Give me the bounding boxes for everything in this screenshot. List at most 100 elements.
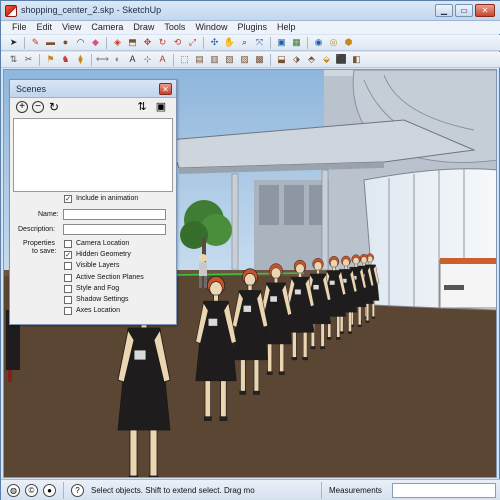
show-details-button[interactable]: ▣ xyxy=(155,101,167,113)
orbit-tool-button[interactable]: ✣ xyxy=(208,36,221,49)
property-checkbox[interactable] xyxy=(64,273,72,282)
geo-location-icon[interactable]: ◍ xyxy=(7,484,20,497)
menu-view[interactable]: View xyxy=(57,21,86,34)
description-input[interactable] xyxy=(63,224,166,235)
scenes-list[interactable] xyxy=(13,118,173,192)
shaded-textures-tool-button[interactable]: ⬛ xyxy=(335,53,348,66)
scale-tool-button[interactable]: ⤢ xyxy=(186,36,199,49)
scenes-toolbar: + − ↻ ⇅ ▣ xyxy=(10,98,176,116)
select-arrow-tool-button[interactable]: ➤ xyxy=(7,36,20,49)
line-pencil-icon: ✎ xyxy=(31,37,40,47)
get-models-tool-button[interactable]: ▦ xyxy=(290,36,303,49)
front-view-tool-button[interactable]: ▥ xyxy=(208,53,221,66)
property-label: Shadow Settings xyxy=(76,296,129,303)
property-checkbox[interactable] xyxy=(64,240,72,248)
eraser-tool-button[interactable]: ◆ xyxy=(89,36,102,49)
dimension-tool-button[interactable]: ⟷ xyxy=(96,53,109,66)
close-icon: ✕ xyxy=(162,85,169,94)
toolbar-separator xyxy=(91,53,92,66)
get-models-icon: ▦ xyxy=(292,37,301,47)
menu-help[interactable]: Help xyxy=(272,21,301,34)
menu-plugins[interactable]: Plugins xyxy=(232,21,272,34)
top-view-tool-button[interactable]: ▤ xyxy=(193,53,206,66)
move-up-down-icon: ⇅ xyxy=(137,100,147,113)
share-model-icon: ◎ xyxy=(329,37,338,47)
maximize-button[interactable]: ▭ xyxy=(455,4,473,17)
close-icon: ✕ xyxy=(481,6,489,15)
circle-tool-button[interactable]: ● xyxy=(59,36,72,49)
menu-camera[interactable]: Camera xyxy=(86,21,128,34)
iso-view-icon: ⬚ xyxy=(180,54,189,64)
line-pencil-tool-button[interactable]: ✎ xyxy=(29,36,42,49)
scale-icon: ⤢ xyxy=(188,37,197,47)
share-model-tool-button[interactable]: ◎ xyxy=(327,36,340,49)
iso-view-tool-button[interactable]: ⬚ xyxy=(178,53,191,66)
walk-tool-button[interactable]: ⇅ xyxy=(7,53,20,66)
property-checkbox[interactable] xyxy=(64,262,72,271)
photo-textures-tool-button[interactable]: ⬢ xyxy=(342,36,355,49)
minus-icon: − xyxy=(35,101,41,112)
zoom-tool-button[interactable]: ⌕ xyxy=(238,36,251,49)
menu-window[interactable]: Window xyxy=(190,21,232,34)
scenes-close-button[interactable]: ✕ xyxy=(159,83,172,95)
help-icon[interactable]: ? xyxy=(71,484,84,497)
components-tool-button[interactable]: ▣ xyxy=(275,36,288,49)
paint-bucket-tool-button[interactable]: ◈ xyxy=(111,36,124,49)
axes-icon: ⊹ xyxy=(143,54,152,64)
text-tool-tool-button[interactable]: A xyxy=(126,53,139,66)
menu-edit[interactable]: Edit xyxy=(32,21,58,34)
wireframe-tool-button[interactable]: ⬗ xyxy=(290,53,303,66)
property-checkbox[interactable]: ✓ xyxy=(64,251,72,260)
user-icon[interactable]: ● xyxy=(43,484,56,497)
property-checkbox[interactable] xyxy=(64,307,72,316)
protractor-tool-button[interactable]: ◐ xyxy=(111,53,124,66)
include-in-animation-checkbox[interactable]: ✓ xyxy=(64,195,72,203)
menu-file[interactable]: File xyxy=(7,21,32,34)
credits-icon[interactable]: © xyxy=(25,484,38,497)
photo-textures-icon: ⬢ xyxy=(344,37,353,47)
move-tool-button[interactable]: ✥ xyxy=(141,36,154,49)
hidden-line-tool-button[interactable]: ⬘ xyxy=(305,53,318,66)
minimize-button[interactable]: ▁ xyxy=(435,4,453,17)
tape-measure-tool-button[interactable]: ⧫ xyxy=(74,53,87,66)
toolbar-separator xyxy=(24,36,25,49)
property-label: Camera Location xyxy=(76,240,130,247)
add-scene-button[interactable]: + xyxy=(16,101,28,113)
protractor-icon: ◐ xyxy=(114,54,121,64)
follow-me-tool-button[interactable]: ⟲ xyxy=(171,36,184,49)
remove-scene-button[interactable]: − xyxy=(32,101,44,113)
push-pull-tool-button[interactable]: ⬒ xyxy=(126,36,139,49)
monochrome-tool-button[interactable]: ◧ xyxy=(350,53,363,66)
rectangle-tool-button[interactable]: ▬ xyxy=(44,36,57,49)
pan-tool-button[interactable]: ✋ xyxy=(223,36,236,49)
back-view-tool-button[interactable]: ▨ xyxy=(238,53,251,66)
name-input[interactable] xyxy=(63,209,166,220)
rotate-tool-button[interactable]: ↻ xyxy=(156,36,169,49)
right-view-tool-button[interactable]: ▧ xyxy=(223,53,236,66)
maximize-icon: ▭ xyxy=(460,6,468,15)
look-around-tool-button[interactable]: ✂ xyxy=(22,53,35,66)
materials-tool-button[interactable]: ◉ xyxy=(312,36,325,49)
shaded-tool-button[interactable]: ⬙ xyxy=(320,53,333,66)
xray-tool-button[interactable]: ⬓ xyxy=(275,53,288,66)
axes-tool-button[interactable]: ⊹ xyxy=(141,53,154,66)
left-view-tool-button[interactable]: ▩ xyxy=(253,53,266,66)
toolbar-separator xyxy=(307,36,308,49)
move-scene-button[interactable]: ⇅ xyxy=(136,101,148,113)
property-checkbox[interactable] xyxy=(64,284,72,293)
menu-draw[interactable]: Draw xyxy=(128,21,159,34)
position-camera-tool-button[interactable]: ♞ xyxy=(59,53,72,66)
section-plane-tool-button[interactable]: ⚑ xyxy=(44,53,57,66)
push-pull-icon: ⬒ xyxy=(128,37,137,47)
look-around-icon: ✂ xyxy=(24,54,33,64)
close-button[interactable]: ✕ xyxy=(475,4,495,17)
3d-text-tool-button[interactable]: A xyxy=(156,53,169,66)
property-checkbox[interactable] xyxy=(64,296,72,304)
menu-tools[interactable]: Tools xyxy=(159,21,190,34)
update-scene-button[interactable]: ↻ xyxy=(48,101,60,113)
measurements-input[interactable] xyxy=(392,483,496,498)
sketchup-app-icon xyxy=(5,5,17,17)
zoom-extents-tool-button[interactable]: ⤧ xyxy=(253,36,266,49)
toolbar-separator xyxy=(173,53,174,66)
arc-tool-button[interactable]: ◠ xyxy=(74,36,87,49)
